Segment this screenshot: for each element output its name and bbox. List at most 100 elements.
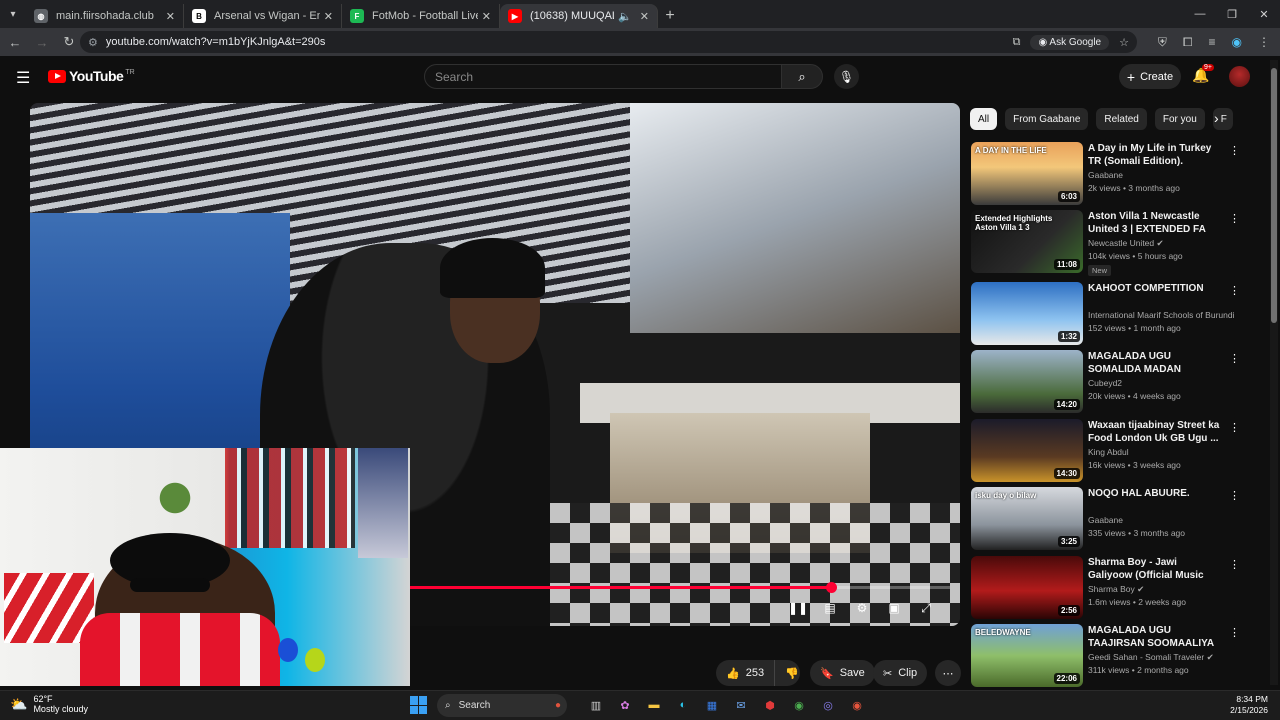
minimize-icon[interactable]: — bbox=[1184, 0, 1216, 28]
bookmark-star-icon[interactable]: ☆ bbox=[1119, 36, 1129, 49]
recommendation-channel[interactable]: Gaabane bbox=[1088, 515, 1123, 525]
recommendation-title[interactable]: Aston Villa 1 Newcastle United 3 | EXTEN… bbox=[1088, 210, 1223, 236]
outlook-icon[interactable]: ✉ bbox=[731, 695, 751, 715]
more-actions-button[interactable]: ⋯ bbox=[935, 660, 961, 686]
recommendation-channel[interactable]: Cubeyd2 bbox=[1088, 378, 1122, 388]
store-icon[interactable]: ▦ bbox=[702, 695, 722, 715]
recommendation-title[interactable]: NOQO HAL ABUURE. bbox=[1088, 487, 1223, 500]
address-bar[interactable]: ⚙ youtube.com/watch?v=m1bYjKJnlgA&t=290s… bbox=[80, 31, 1137, 53]
more-vertical-icon[interactable]: ⋮ bbox=[1229, 144, 1240, 157]
profile-icon[interactable]: ◉ bbox=[1232, 35, 1242, 49]
fullscreen-icon[interactable]: ⤢ bbox=[918, 600, 934, 616]
account-avatar[interactable] bbox=[1229, 66, 1250, 87]
app-icon[interactable]: ⬢ bbox=[760, 695, 780, 715]
task-view-icon[interactable]: ▥ bbox=[586, 695, 606, 715]
close-icon[interactable]: ✕ bbox=[640, 10, 649, 23]
youtube-logo[interactable]: YouTube TR bbox=[48, 68, 135, 84]
recommendation-channel[interactable]: King Abdul bbox=[1088, 447, 1129, 457]
video-thumbnail[interactable]: isku day o bilaw 3:25 bbox=[971, 487, 1083, 550]
file-explorer-icon[interactable]: ▬ bbox=[644, 695, 664, 715]
recommendation-title[interactable]: Waxaan tijaabinay Street ka Food London … bbox=[1088, 419, 1223, 445]
chip-for-you[interactable]: For you bbox=[1154, 108, 1205, 130]
recommendation-item[interactable]: Extended Highlights Aston Villa 1 3 11:08… bbox=[971, 210, 1261, 276]
more-vertical-icon[interactable]: ⋮ bbox=[1229, 352, 1240, 365]
recommendation-item[interactable]: BELEDWAYNE 22:06 MAGALADA UGU TAAJIRSAN SO… bbox=[971, 624, 1261, 688]
video-thumbnail[interactable]: 14:30 bbox=[971, 419, 1083, 482]
recommendation-item[interactable]: isku day o bilaw 3:25 NOQO HAL ABUURE. Gaab… bbox=[971, 487, 1261, 551]
video-progress-bar[interactable] bbox=[410, 582, 950, 593]
subtitles-icon[interactable]: ▤ bbox=[822, 600, 838, 616]
taskbar-search[interactable]: ⌕ Search ● bbox=[437, 694, 567, 717]
more-vertical-icon[interactable]: ⋮ bbox=[1229, 284, 1240, 297]
extensions-icon[interactable]: ⧠ bbox=[1183, 35, 1193, 50]
app-icon[interactable]: ◎ bbox=[818, 695, 838, 715]
back-icon[interactable]: ← bbox=[3, 30, 27, 54]
miniplayer-icon[interactable]: ▣ bbox=[886, 600, 902, 616]
dislike-button[interactable]: 👎 bbox=[775, 660, 809, 686]
video-thumbnail[interactable]: 1:32 bbox=[971, 282, 1083, 345]
settings-gear-icon[interactable]: ⚙ bbox=[854, 600, 870, 616]
recommendation-title[interactable]: A Day in My Life in Turkey TR (Somali Ed… bbox=[1088, 142, 1223, 168]
edge-icon[interactable]: ◐ bbox=[673, 695, 693, 715]
recommendation-channel[interactable]: Sharma Boy ✔ bbox=[1088, 584, 1144, 595]
reload-icon[interactable]: ↻ bbox=[57, 30, 81, 54]
more-vertical-icon[interactable]: ⋮ bbox=[1229, 626, 1240, 639]
recommendation-item[interactable]: 14:20 MAGALADA UGU SOMALIDA MADAN JARMALK… bbox=[971, 350, 1261, 414]
video-thumbnail[interactable]: BELEDWAYNE 22:06 bbox=[971, 624, 1083, 687]
voice-search-button[interactable]: 🎙 bbox=[834, 64, 859, 89]
browser-tab[interactable]: B Arsenal vs Wigan - England FA ✕ bbox=[184, 4, 342, 28]
install-icon[interactable]: ⧉ bbox=[1013, 36, 1021, 49]
weather-widget[interactable]: ⛅ 62°F Mostly cloudy bbox=[10, 694, 88, 714]
close-icon[interactable]: ✕ bbox=[482, 10, 491, 23]
hamburger-menu-icon[interactable]: ☰ bbox=[16, 68, 30, 88]
close-window-icon[interactable]: ✕ bbox=[1248, 0, 1280, 28]
video-thumbnail[interactable]: Extended Highlights Aston Villa 1 3 11:08 bbox=[971, 210, 1083, 273]
recommendation-channel[interactable]: International Maarif Schools of Burundi bbox=[1088, 310, 1234, 320]
create-button[interactable]: + Create bbox=[1119, 64, 1181, 89]
browser-tab[interactable]: F FotMob - Football Live Scores ✕ bbox=[342, 4, 500, 28]
chip-related[interactable]: Related bbox=[1096, 108, 1147, 130]
recommendation-title[interactable]: KAHOOT COMPETITION bbox=[1088, 282, 1223, 295]
search-input[interactable]: Search bbox=[424, 64, 782, 89]
like-button[interactable]: 👍 253 bbox=[716, 660, 776, 686]
recommendation-item[interactable]: 1:32 KAHOOT COMPETITION International Maar… bbox=[971, 282, 1261, 346]
chip-all[interactable]: All bbox=[970, 108, 998, 130]
video-thumbnail[interactable]: A DAY IN THE LIFE 6:03 bbox=[971, 142, 1083, 205]
chevron-right-icon[interactable]: › bbox=[1214, 110, 1219, 126]
close-icon[interactable]: ✕ bbox=[166, 10, 175, 23]
recommendation-title[interactable]: Sharma Boy - Jawi Galiyoow (Official Mus… bbox=[1088, 556, 1223, 582]
recommendation-item[interactable]: 14:30 Waxaan tijaabinay Street ka Food Lo… bbox=[971, 419, 1261, 483]
video-thumbnail[interactable]: 2:56 bbox=[971, 556, 1083, 619]
search-button[interactable]: ⌕ bbox=[781, 64, 823, 89]
recommendation-title[interactable]: MAGALADA UGU SOMALIDA MADAN JARMALKA DEA… bbox=[1088, 350, 1223, 376]
new-tab-button[interactable]: + bbox=[658, 4, 682, 28]
more-vertical-icon[interactable]: ⋮ bbox=[1229, 558, 1240, 571]
more-vertical-icon[interactable]: ⋮ bbox=[1229, 212, 1240, 225]
media-icon[interactable]: ≡ bbox=[1209, 35, 1216, 49]
chrome-menu-icon[interactable]: ⋮ bbox=[1258, 35, 1270, 49]
forward-icon[interactable]: → bbox=[30, 30, 54, 54]
close-icon[interactable]: ✕ bbox=[324, 10, 333, 23]
chrome-alt-icon[interactable]: ◉ bbox=[847, 695, 867, 715]
restore-icon[interactable]: ❐ bbox=[1216, 0, 1248, 28]
copilot-icon[interactable]: ✿ bbox=[615, 695, 635, 715]
tab-search-icon[interactable]: ▾ bbox=[0, 0, 26, 28]
chip-from-channel[interactable]: From Gaabane bbox=[1005, 108, 1089, 130]
speaker-icon[interactable]: 🔈 bbox=[618, 10, 632, 23]
recommendation-item[interactable]: A DAY IN THE LIFE 6:03 A Day in My Life in… bbox=[971, 142, 1261, 206]
recommendation-title[interactable]: MAGALADA UGU TAAJIRSAN SOOMAALIYA SO BEL… bbox=[1088, 624, 1223, 650]
site-info-icon[interactable]: ⚙ bbox=[88, 36, 98, 49]
clip-button[interactable]: ✂ Clip bbox=[873, 660, 928, 686]
recommendation-channel[interactable]: Geedi Sahan - Somali Traveler ✔ bbox=[1088, 652, 1214, 663]
shield-icon[interactable]: ⛨ bbox=[1158, 35, 1167, 50]
recommendation-item[interactable]: 2:56 Sharma Boy - Jawi Galiyoow (Official… bbox=[971, 556, 1261, 620]
system-clock[interactable]: 8:34 PM 2/15/2026 bbox=[1230, 694, 1268, 716]
browser-tab-active[interactable]: ▶ (10638) MUUQAL KAYGI UG 🔈 ✕ bbox=[500, 4, 658, 28]
browser-tab[interactable]: ◍ main.fiirsohada.club ✕ bbox=[26, 4, 184, 28]
more-vertical-icon[interactable]: ⋮ bbox=[1229, 421, 1240, 434]
more-vertical-icon[interactable]: ⋮ bbox=[1229, 489, 1240, 502]
scrollbar-thumb[interactable] bbox=[1271, 68, 1277, 323]
chrome-icon[interactable]: ◉ bbox=[789, 695, 809, 715]
windows-start-icon[interactable] bbox=[410, 696, 428, 714]
save-button[interactable]: 🔖 Save bbox=[810, 660, 875, 686]
